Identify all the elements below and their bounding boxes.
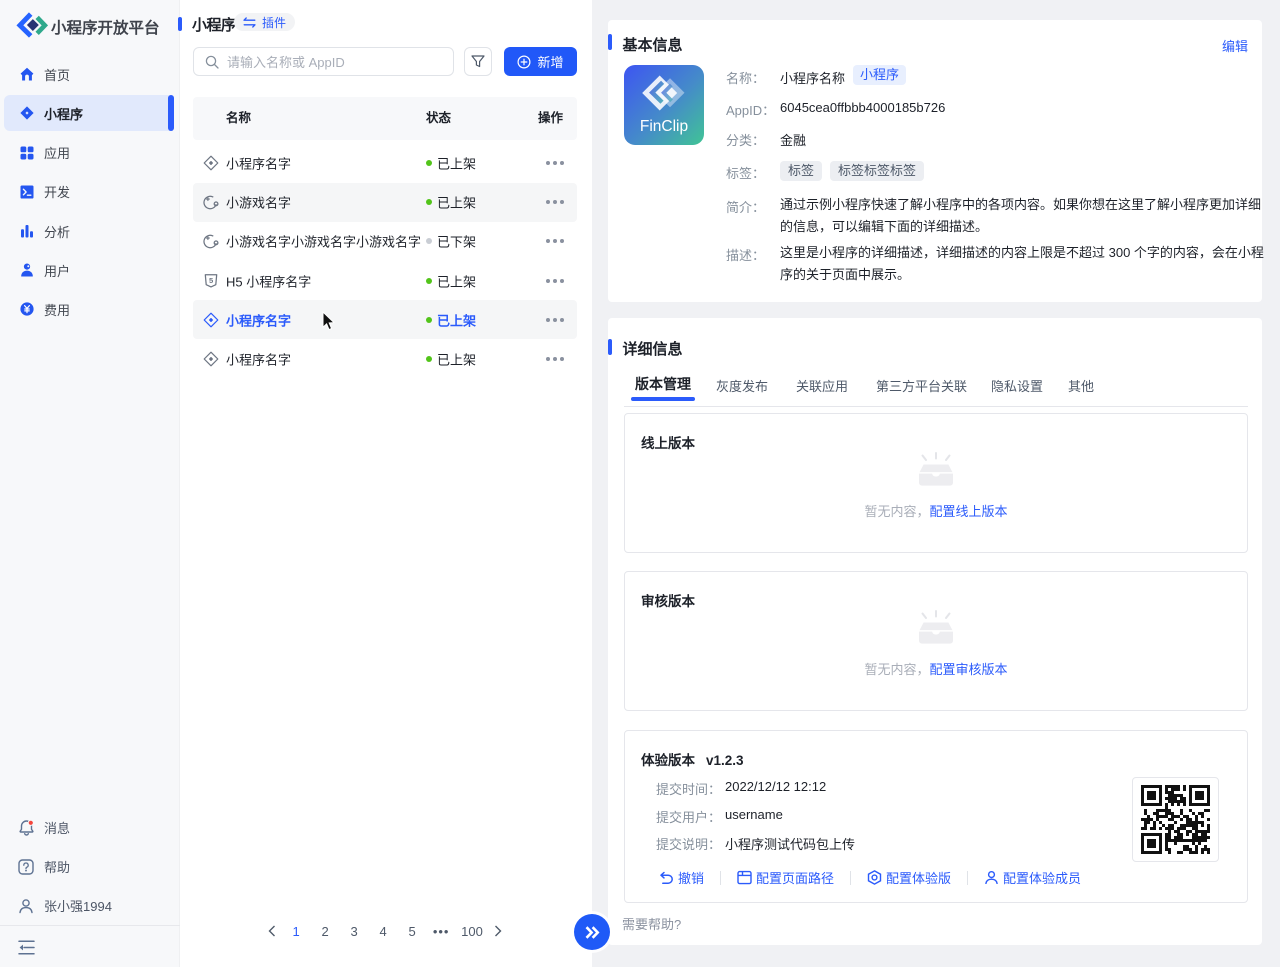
svg-text:FinClip: FinClip (640, 118, 688, 135)
svg-text:5: 5 (209, 276, 214, 285)
